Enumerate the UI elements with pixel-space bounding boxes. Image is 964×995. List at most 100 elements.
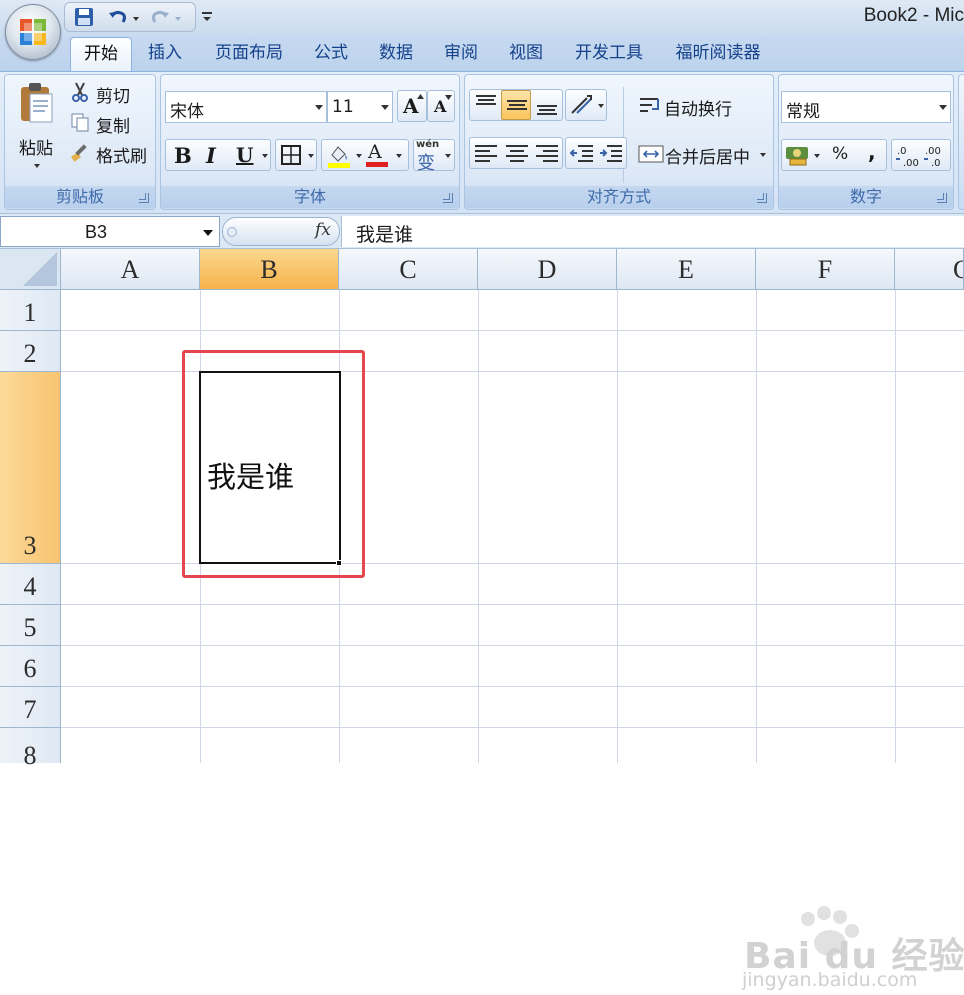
font-size-select[interactable]: 11 — [327, 91, 393, 123]
currency-icon[interactable] — [784, 143, 812, 169]
tab-foxit-reader[interactable]: 福昕阅读器 — [666, 37, 770, 72]
phonetic-button[interactable]: wén 变 — [413, 139, 455, 174]
column-header-f[interactable]: F — [756, 249, 895, 290]
customize-icon[interactable] — [200, 8, 214, 24]
row-header-label: 2 — [23, 339, 37, 368]
row-header-label: 8 — [23, 741, 37, 770]
svg-text:.0: .0 — [931, 158, 941, 169]
paste-icon — [21, 83, 53, 123]
font-size-dropdown-icon — [381, 105, 389, 110]
decrease-indent-icon[interactable] — [568, 141, 596, 167]
name-box[interactable]: B3 — [0, 216, 220, 247]
comma-button[interactable]: , — [868, 140, 876, 164]
clipboard-group: 粘贴 剪切 复制 格式刷 剪贴板 — [4, 74, 156, 210]
underline-dropdown-icon[interactable] — [262, 154, 268, 158]
align-bottom-icon[interactable] — [533, 92, 561, 118]
tab-review[interactable]: 审阅 — [436, 37, 486, 72]
wrap-text-label: 自动换行 — [664, 100, 732, 120]
align-left-icon[interactable] — [472, 141, 500, 167]
align-right-icon[interactable] — [533, 141, 561, 167]
undo-dropdown-icon[interactable] — [133, 17, 139, 21]
row-header-label: 6 — [23, 654, 37, 683]
undo-icon[interactable] — [107, 7, 129, 27]
copy-button[interactable]: 复制 — [67, 109, 149, 137]
orientation-button[interactable] — [565, 89, 607, 121]
tab-page-layout[interactable]: 页面布局 — [206, 37, 292, 72]
increase-decimal-icon[interactable]: .0 .00 — [894, 143, 922, 169]
cut-label: 剪切 — [96, 87, 130, 107]
fill-color-dropdown-icon[interactable] — [356, 154, 362, 158]
row-header-5[interactable]: 5 — [0, 605, 61, 646]
format-painter-button[interactable]: 格式刷 — [67, 139, 153, 167]
column-header-d[interactable]: D — [478, 249, 617, 290]
indent-buttons — [565, 137, 627, 169]
font-color-button[interactable]: A — [368, 141, 382, 163]
insert-function-button[interactable]: fx — [315, 220, 331, 240]
merge-center-button[interactable]: 合并后居中 — [635, 139, 769, 169]
orientation-dropdown-icon — [598, 104, 604, 108]
formula-input-value: 我是谁 — [356, 224, 414, 246]
row-header-8[interactable]: 8 — [0, 728, 61, 770]
tab-view[interactable]: 视图 — [500, 37, 552, 72]
number-launcher-icon[interactable] — [937, 193, 947, 203]
formula-input[interactable]: 我是谁 — [341, 216, 964, 247]
font-launcher-icon[interactable] — [443, 193, 453, 203]
row-header-3[interactable]: 3 — [0, 372, 61, 564]
underline-button[interactable]: U — [236, 143, 253, 167]
column-header-b[interactable]: B — [200, 249, 339, 290]
svg-text:.0: .0 — [897, 146, 907, 157]
tab-data[interactable]: 数据 — [370, 37, 422, 72]
borders-dropdown-icon — [308, 154, 314, 158]
font-color-dropdown-icon[interactable] — [396, 154, 402, 158]
row-header-2[interactable]: 2 — [0, 331, 61, 372]
percent-button[interactable]: % — [832, 144, 848, 164]
borders-button[interactable] — [275, 139, 317, 171]
tab-home[interactable]: 开始 — [70, 37, 132, 72]
office-button[interactable] — [5, 4, 61, 60]
alignment-launcher-icon[interactable] — [757, 193, 767, 203]
tab-developer[interactable]: 开发工具 — [566, 37, 652, 72]
merge-center-icon — [638, 145, 664, 163]
number-group: 常规 % , .0 .00 .00 .0 数字 — [778, 74, 954, 210]
cut-button[interactable]: 剪切 — [67, 79, 149, 107]
align-center-icon[interactable] — [503, 141, 531, 167]
tab-formulas[interactable]: 公式 — [306, 37, 356, 72]
svg-text:.00: .00 — [925, 146, 941, 157]
number-format-value: 常规 — [786, 102, 820, 122]
bold-button[interactable]: B — [174, 143, 192, 168]
save-icon[interactable] — [73, 7, 95, 27]
ribbon-tabs: 开始 插入 页面布局 公式 数据 审阅 视图 开发工具 福昕阅读器 — [0, 36, 964, 72]
align-top-icon[interactable] — [472, 92, 500, 118]
fill-color-icon[interactable] — [326, 143, 352, 169]
italic-button[interactable]: I — [206, 143, 216, 168]
font-name-select[interactable]: 宋体 — [165, 91, 327, 123]
formula-bar-handle-icon[interactable] — [227, 227, 237, 237]
redo-icon[interactable] — [149, 7, 171, 27]
row-header-7[interactable]: 7 — [0, 687, 61, 728]
tab-insert[interactable]: 插入 — [138, 37, 192, 72]
color-buttons: A — [321, 139, 409, 171]
select-all-button[interactable] — [0, 249, 61, 290]
row-header-1[interactable]: 1 — [0, 290, 61, 331]
column-header-a[interactable]: A — [61, 249, 200, 290]
decrease-decimal-icon[interactable]: .00 .0 — [922, 143, 950, 169]
column-header-c[interactable]: C — [339, 249, 478, 290]
grow-font-button[interactable]: A — [397, 90, 427, 122]
clipboard-launcher-icon[interactable] — [139, 193, 149, 203]
row-header-label: 5 — [23, 613, 37, 642]
paste-button[interactable]: 粘贴 — [9, 77, 61, 181]
shrink-font-button[interactable]: A — [427, 90, 455, 122]
wrap-text-button[interactable]: 自动换行 — [633, 91, 769, 121]
name-box-dropdown-icon[interactable] — [203, 230, 213, 236]
office-logo-icon — [20, 19, 46, 45]
row-header-4[interactable]: 4 — [0, 564, 61, 605]
redo-dropdown-icon[interactable] — [175, 17, 181, 21]
align-middle-button[interactable] — [501, 90, 531, 120]
number-format-select[interactable]: 常规 — [781, 91, 951, 123]
increase-indent-icon[interactable] — [597, 141, 625, 167]
row-header-6[interactable]: 6 — [0, 646, 61, 687]
currency-dropdown-icon[interactable] — [814, 154, 820, 158]
worksheet-grid: A B C D E F G 1 2 3 4 5 6 7 8 我是谁 Bai du… — [0, 249, 964, 991]
column-header-g[interactable]: G — [895, 249, 964, 290]
column-header-e[interactable]: E — [617, 249, 756, 290]
